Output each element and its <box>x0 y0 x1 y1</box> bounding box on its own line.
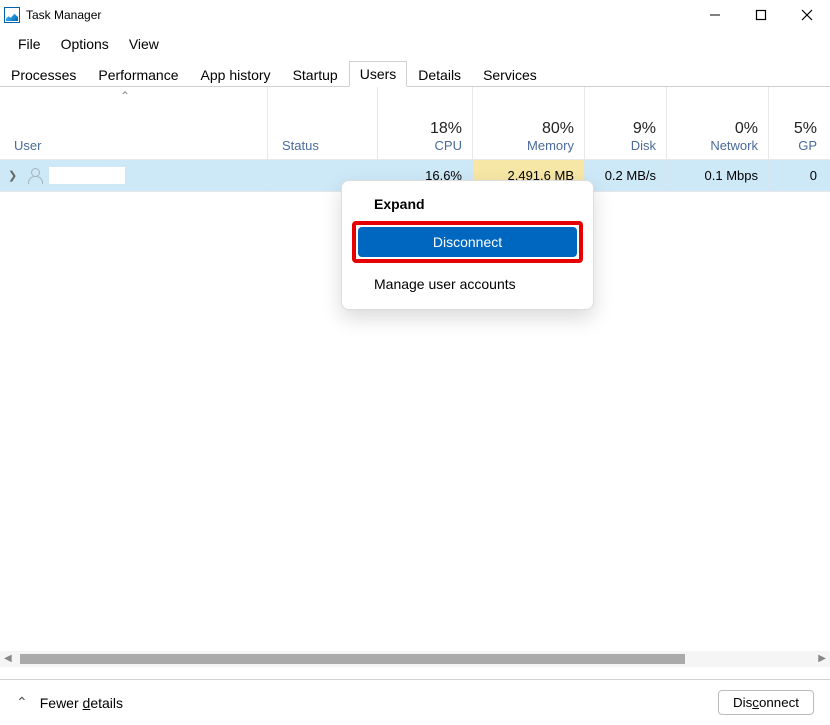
fewer-details-accelerator: d <box>83 695 91 711</box>
tab-strip: Processes Performance App history Startu… <box>0 57 830 87</box>
tab-services[interactable]: Services <box>472 62 548 87</box>
tab-performance[interactable]: Performance <box>87 62 189 87</box>
column-disk-label: Disk <box>595 138 656 153</box>
tab-startup[interactable]: Startup <box>282 62 349 87</box>
total-disk: 9% <box>595 120 656 138</box>
column-user-label: User <box>10 138 41 153</box>
footer: ⌃ Fewer details Disconnect <box>0 679 830 725</box>
tab-app-history[interactable]: App history <box>190 62 282 87</box>
menu-options[interactable]: Options <box>51 34 119 54</box>
column-user[interactable]: ⌃ User <box>0 87 268 159</box>
column-headers: ⌃ User Status 18% CPU 80% Memory 9% Disk… <box>0 87 830 160</box>
total-gpu: 5% <box>779 120 817 138</box>
menu-file[interactable]: File <box>8 34 51 54</box>
total-memory: 80% <box>483 120 574 138</box>
disconnect-button[interactable]: Disconnect <box>718 690 814 715</box>
context-menu: Expand Disconnect Manage user accounts <box>341 180 594 310</box>
column-cpu-label: CPU <box>388 138 462 153</box>
tab-users[interactable]: Users <box>349 61 408 87</box>
user-name-redacted <box>49 167 125 184</box>
horizontal-scrollbar[interactable]: ◀ ▶ <box>0 651 830 667</box>
scrollbar-thumb[interactable] <box>20 654 685 664</box>
context-disconnect[interactable]: Disconnect <box>358 227 577 257</box>
app-icon <box>4 7 20 23</box>
total-cpu: 18% <box>388 120 462 138</box>
column-gpu[interactable]: 5% GP <box>769 87 827 159</box>
column-network-label: Network <box>677 138 758 153</box>
menu-bar: File Options View <box>0 30 830 57</box>
total-network: 0% <box>677 120 758 138</box>
fewer-details-link[interactable]: Fewer details <box>40 695 123 711</box>
column-memory[interactable]: 80% Memory <box>473 87 585 159</box>
user-cell-disk: 0.2 MB/s <box>585 160 667 192</box>
menu-view[interactable]: View <box>119 34 169 54</box>
title-bar: Task Manager <box>0 0 830 30</box>
scroll-right-icon[interactable]: ▶ <box>818 653 826 664</box>
tab-processes[interactable]: Processes <box>0 62 87 87</box>
column-gpu-label: GP <box>779 138 817 153</box>
column-disk[interactable]: 9% Disk <box>585 87 667 159</box>
column-network[interactable]: 0% Network <box>667 87 769 159</box>
collapse-chevron-icon[interactable]: ⌃ <box>16 694 28 711</box>
user-cell-gpu: 0 <box>769 160 827 192</box>
sort-indicator-icon: ⌃ <box>120 89 130 103</box>
user-cell-network: 0.1 Mbps <box>667 160 769 192</box>
scroll-left-icon[interactable]: ◀ <box>4 653 12 664</box>
context-expand[interactable]: Expand <box>352 189 583 219</box>
expand-chevron-icon[interactable]: ❯ <box>8 169 17 182</box>
user-icon <box>27 168 43 184</box>
annotation-highlight: Disconnect <box>352 221 583 263</box>
tab-details[interactable]: Details <box>407 62 472 87</box>
maximize-button[interactable] <box>738 0 784 30</box>
column-status-label: Status <box>278 138 319 153</box>
minimize-button[interactable] <box>692 0 738 30</box>
column-memory-label: Memory <box>483 138 574 153</box>
disconnect-accelerator: c <box>752 695 759 710</box>
context-manage-accounts[interactable]: Manage user accounts <box>352 269 583 299</box>
user-cell-name: ❯ <box>0 160 268 192</box>
column-cpu[interactable]: 18% CPU <box>378 87 473 159</box>
window-title: Task Manager <box>26 8 692 22</box>
close-button[interactable] <box>784 0 830 30</box>
column-status[interactable]: Status <box>268 87 378 159</box>
